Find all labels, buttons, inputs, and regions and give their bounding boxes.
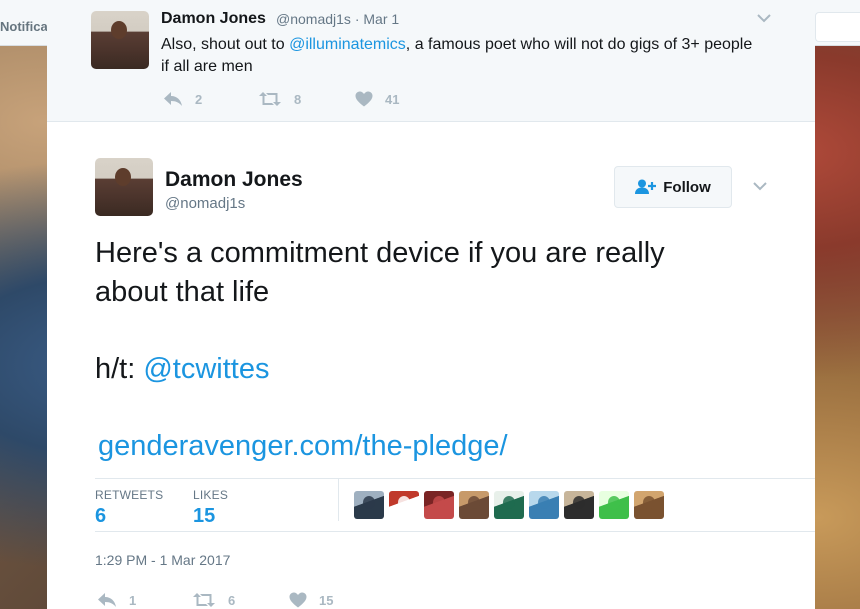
- like-button[interactable]: 15: [289, 589, 333, 609]
- avatar-face: [398, 496, 410, 509]
- tweet-text: Here's a commitment device if you are re…: [95, 234, 755, 312]
- avatar-8[interactable]: [599, 491, 629, 519]
- mention-link[interactable]: @tcwittes: [143, 353, 269, 385]
- author-handle-date[interactable]: @nomadj1s · Mar 1: [276, 11, 399, 27]
- avatar-face: [538, 496, 550, 509]
- retweet-button[interactable]: 8: [258, 88, 301, 110]
- reply-count: 1: [129, 592, 137, 608]
- author-name[interactable]: Damon Jones: [165, 168, 303, 192]
- hat-tip-line: h/t: @tcwittes: [95, 350, 269, 389]
- reply-button[interactable]: 1: [97, 589, 136, 609]
- avatar-face: [433, 496, 445, 509]
- author-handle: @nomadj1s: [276, 11, 351, 27]
- avatar-1[interactable]: [354, 491, 384, 519]
- notifications-tab-label[interactable]: Notifica: [0, 19, 48, 34]
- avatar[interactable]: [91, 11, 149, 69]
- follow-label: Follow: [663, 178, 711, 196]
- like-count: 15: [319, 592, 334, 608]
- tweet-text-line: about that life: [95, 276, 270, 308]
- retweet-count: 8: [294, 91, 302, 107]
- add-user-icon: [635, 179, 657, 194]
- hat-tip-prefix: h/t:: [95, 353, 144, 385]
- tweet-stats: RETWEETS 6 LIKES 15: [95, 478, 815, 532]
- like-count: 41: [385, 91, 400, 107]
- like-button[interactable]: 41: [355, 88, 399, 110]
- avatar[interactable]: [95, 158, 153, 216]
- tweet-date: · Mar 1: [354, 11, 400, 27]
- reply-button[interactable]: 2: [163, 88, 202, 110]
- avatar-face: [573, 496, 585, 509]
- avatar-face: [115, 168, 131, 186]
- tweet-actions: 1 6 15: [97, 589, 497, 609]
- likes-value[interactable]: 15: [193, 505, 215, 528]
- ancestor-tweet[interactable]: Damon Jones @nomadj1s · Mar 1 Also, shou…: [47, 0, 815, 122]
- avatar-3[interactable]: [424, 491, 454, 519]
- avatar-7[interactable]: [564, 491, 594, 519]
- reply-count: 2: [195, 91, 203, 107]
- stats-divider: [338, 479, 339, 521]
- likers-avatars: [354, 491, 669, 521]
- avatar-face: [643, 496, 655, 509]
- mention-link[interactable]: @illuminatemics: [289, 36, 406, 53]
- avatar-face: [111, 21, 127, 39]
- avatar-face: [363, 496, 375, 509]
- likes-label[interactable]: LIKES: [193, 488, 228, 502]
- avatar-face: [468, 496, 480, 509]
- tweet-actions: 2 8 41: [163, 88, 563, 110]
- retweets-value[interactable]: 6: [95, 505, 106, 528]
- avatar-5[interactable]: [494, 491, 524, 519]
- avatar-face: [503, 496, 515, 509]
- chevron-down-icon[interactable]: [753, 182, 767, 191]
- avatar-2[interactable]: [389, 491, 419, 519]
- tweet-timestamp[interactable]: 1:29 PM - 1 Mar 2017: [95, 552, 230, 568]
- follow-button[interactable]: Follow: [614, 166, 732, 208]
- avatar-face: [608, 496, 620, 509]
- chevron-down-icon[interactable]: [757, 14, 771, 23]
- reply-icon: [164, 92, 182, 106]
- tweet-text-line: Here's a commitment device if you are re…: [95, 237, 665, 269]
- reply-icon: [98, 593, 116, 607]
- tweet-text-pre: Also, shout out to: [161, 36, 290, 53]
- avatar-9[interactable]: [634, 491, 664, 519]
- retweet-icon: [259, 92, 281, 106]
- retweet-count: 6: [228, 592, 236, 608]
- retweets-label[interactable]: RETWEETS: [95, 488, 163, 502]
- avatar-6[interactable]: [529, 491, 559, 519]
- retweet-button[interactable]: 6: [192, 589, 235, 609]
- retweet-icon: [193, 593, 215, 607]
- author-name[interactable]: Damon Jones: [161, 10, 266, 28]
- background-nav-control: [815, 12, 860, 42]
- author-handle[interactable]: @nomadj1s: [165, 195, 245, 212]
- heart-icon: [355, 91, 373, 107]
- tweet-permalink-modal: Damon Jones @nomadj1s · Mar 1 Also, shou…: [47, 0, 815, 609]
- url-link[interactable]: genderavenger.com/the-pledge/: [98, 427, 508, 466]
- heart-icon: [289, 592, 307, 608]
- avatar-4[interactable]: [459, 491, 489, 519]
- tweet-text: Also, shout out to @illuminatemics, a fa…: [161, 34, 761, 78]
